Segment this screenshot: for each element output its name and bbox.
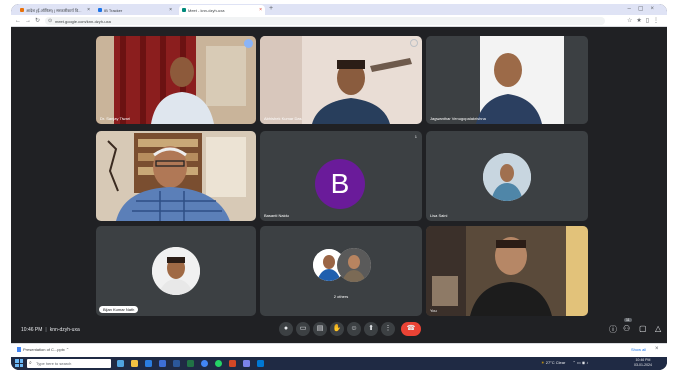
browser-toolbar: ←→↻ ⊙ meet.google.com/knn-dzyh-uxa ☆★▯⋮ [11, 15, 667, 27]
avatar [152, 247, 200, 295]
avatar: B [315, 159, 365, 209]
close-icon[interactable]: × [655, 346, 659, 352]
participant-tile-6[interactable]: Lisa Saini [426, 131, 588, 221]
microphone-icon[interactable]: ● [279, 322, 293, 336]
people-icon[interactable]: ⚇ [623, 324, 630, 333]
participant-tile-5[interactable]: 1 B Basanti Naidu [260, 131, 422, 221]
participant-tile-2[interactable]: Abhishek Kumar Das [260, 36, 422, 124]
raise-hand-icon[interactable]: ✋ [330, 322, 344, 336]
tab-eoffice[interactable]: आदेश (ई-ऑफिस) | सरकारीकार्य वि... × [17, 5, 93, 15]
file-explorer-icon[interactable] [131, 360, 138, 367]
powerpoint-icon[interactable] [229, 360, 236, 367]
participant-name-pill: Bijan Kumar Nath [99, 306, 139, 313]
avatar [337, 248, 371, 282]
participant-video [426, 36, 588, 124]
new-tab-plus-icon[interactable]: + [269, 5, 273, 12]
screen: आदेश (ई-ऑफिस) | सरकारीकार्य वि... × IB T… [11, 4, 667, 370]
taskbar-search[interactable]: ⌕ Type here to search [27, 359, 111, 368]
participant-tile-7[interactable]: Bijan Kumar Nath [96, 226, 256, 316]
close-icon[interactable]: × [259, 7, 262, 13]
meet-favicon-icon [182, 8, 186, 12]
info-icon[interactable]: ⓘ [609, 324, 617, 335]
navigation-buttons[interactable]: ←→↻ [15, 17, 44, 24]
word-icon[interactable] [173, 360, 180, 367]
windows-start-icon[interactable] [15, 359, 23, 367]
participant-tile-4[interactable] [96, 131, 256, 221]
tray-icons: ⌃ ▭ ◉ ♪ [572, 360, 589, 365]
download-item[interactable]: Presentation of C...pptx ⌃ [17, 347, 69, 353]
participant-name: You [430, 308, 437, 313]
system-tray[interactable]: ☀ 27°C Clear ⌃ ▭ ◉ ♪ [541, 360, 588, 365]
activities-icon[interactable]: △ [655, 324, 661, 333]
present-screen-icon[interactable]: ⬆ [364, 322, 378, 336]
participant-name: Dr. Sanjay Tiwari [100, 116, 131, 121]
teams-icon[interactable] [243, 360, 250, 367]
self-video [426, 226, 588, 316]
tab-meet[interactable]: Meet - knn-dzyh-uxa × [179, 5, 265, 15]
file-icon [17, 347, 21, 353]
participant-tile-self[interactable]: You [426, 226, 588, 316]
edge-icon[interactable] [145, 360, 152, 367]
search-icon: ⌕ [29, 360, 32, 366]
captions-icon[interactable]: ▤ [313, 322, 327, 336]
tile-count: 1 [414, 134, 417, 139]
outlook-icon[interactable] [257, 360, 264, 367]
participant-tile-3[interactable]: Jagwanthar Venugopalakrishna [426, 36, 588, 124]
browser-tab-strip: आदेश (ई-ऑफिस) | सरकारीकार्य वि... × IB T… [11, 4, 667, 15]
more-options-icon[interactable] [410, 39, 418, 47]
participant-video [260, 36, 422, 124]
participant-name: Jagwanthar Venugopalakrishna [430, 116, 486, 121]
participant-name: Abhishek Kumar Das [264, 116, 302, 121]
weather-icon: ☀ [541, 360, 545, 365]
close-icon[interactable]: × [87, 7, 90, 13]
meeting-code: knn-dzyh-uxa [49, 327, 80, 333]
taskbar-clock[interactable]: 10:46 PM 03-01-2024 [634, 358, 652, 368]
close-icon[interactable]: × [169, 7, 172, 13]
whatsapp-icon[interactable] [215, 360, 222, 367]
participant-name: Lisa Saini [430, 213, 448, 218]
chrome-icon[interactable] [201, 360, 208, 367]
tab-favicon-icon [98, 8, 102, 12]
lock-icon: ⊙ [48, 18, 53, 24]
meeting-time: 10:46 PM [21, 327, 43, 333]
window-controls[interactable]: –▢× [627, 5, 661, 12]
tab-ib-tracker[interactable]: IB Tracker × [95, 5, 175, 15]
more-options-icon[interactable]: ⋮ [381, 322, 395, 336]
leave-call-button[interactable]: ☎ [401, 322, 421, 336]
people-count-badge: 11 [624, 318, 632, 322]
camera-icon[interactable]: ▭ [296, 322, 310, 336]
participant-video [96, 131, 256, 221]
tab-favicon-icon [20, 8, 24, 12]
participant-tile-1[interactable]: Dr. Sanjay Tiwari [96, 36, 256, 124]
participant-video [96, 36, 256, 124]
show-all-downloads-link[interactable]: Show all [631, 347, 646, 352]
app-icon[interactable] [159, 360, 166, 367]
windows-taskbar: ⌕ Type here to search ☀ 27°C Clear ⌃ ▭ ◉… [11, 357, 667, 370]
chat-icon[interactable]: ▢ [639, 324, 647, 333]
pin-icon[interactable] [244, 39, 253, 48]
participant-name: Basanti Naidu [264, 213, 289, 218]
download-bar: Presentation of C...pptx ⌃ Show all × [11, 343, 667, 357]
toolbar-extension-icons[interactable]: ☆★▯⋮ [627, 17, 663, 24]
meeting-info: 10:46 PM | knn-dzyh-uxa [21, 327, 80, 333]
address-bar[interactable]: ⊙ meet.google.com/knn-dzyh-uxa [45, 17, 605, 25]
task-view-icon[interactable] [117, 360, 124, 367]
others-label: 2 others [333, 294, 349, 299]
avatar [483, 153, 531, 201]
excel-icon[interactable] [187, 360, 194, 367]
emoji-icon[interactable]: ☺ [347, 322, 361, 336]
participant-tile-8[interactable]: 2 others [260, 226, 422, 316]
